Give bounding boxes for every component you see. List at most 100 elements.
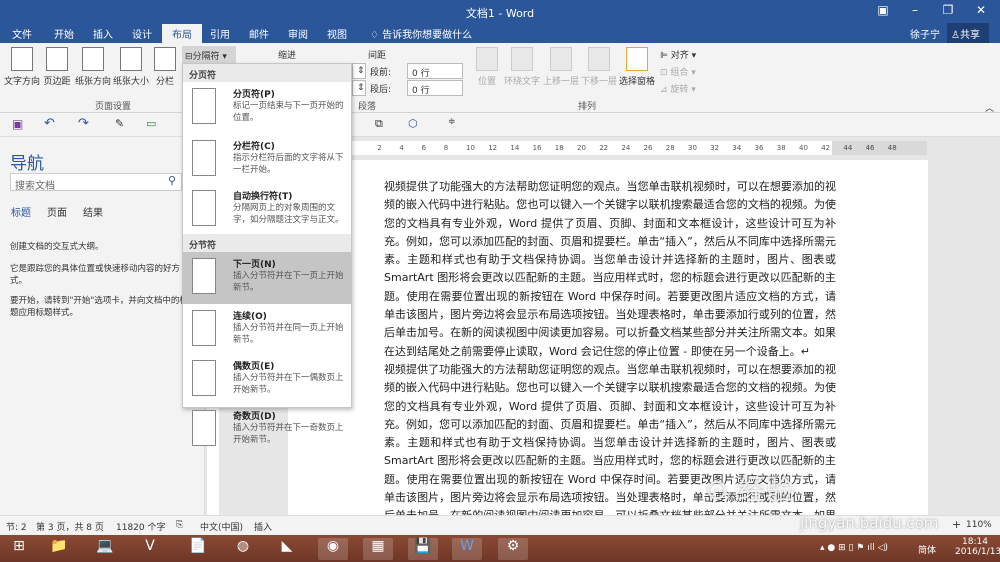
wrap-text-button[interactable]: 环绕文字 — [502, 47, 542, 87]
nav-tab-headings[interactable]: 标题 — [11, 204, 31, 219]
tab-view[interactable]: 视图 — [317, 24, 357, 43]
space-before-label: 段前: — [370, 68, 392, 78]
tab-mailings[interactable]: 邮件 — [239, 24, 279, 43]
breaks-button[interactable]: ⊟分隔符 ▾ — [182, 46, 236, 63]
clock[interactable]: 18:14 2016/1/13 — [955, 537, 1000, 557]
space-after-label: 段后: — [370, 85, 392, 95]
document-app-icon[interactable]: 📄 — [183, 538, 213, 560]
arrange-group-label: 排列 — [578, 102, 597, 112]
tell-me-search[interactable]: ♢ 告诉我你想要做什么 — [360, 24, 482, 43]
document-page[interactable]: 视频提供了功能强大的方法帮助您证明您的观点。当您单击联机视频时，可以在想要添加的… — [288, 160, 928, 515]
ribbon-display-options-icon[interactable]: ▣ — [868, 3, 898, 17]
nav-help-text-3: 要开始，请转到"开始"选项卡，并向文档中的标题应用标题样式。 — [10, 296, 188, 318]
user-name[interactable]: 徐子宁 — [910, 26, 940, 41]
restore-button[interactable]: ❐ — [933, 3, 963, 17]
app-icon[interactable]: ◣ — [272, 538, 302, 560]
indent-right-spinner[interactable]: ⇕ — [352, 80, 366, 96]
minimize-button[interactable]: – — [900, 3, 930, 17]
menu-item-text-wrapping-break[interactable]: 自动换行符(T) 分隔网页上的对象周围的文字，如分隔题注文字与正文。 — [183, 184, 351, 234]
redo-icon[interactable]: ↷ — [78, 116, 89, 131]
ruler-tick-label: 2 — [377, 144, 382, 152]
page-setup-group-label: 页面设置 — [95, 102, 132, 112]
nav-search-input[interactable]: 搜索文档 — [10, 173, 182, 192]
rotate-button[interactable]: ⊿ 旋转 ▾ — [660, 82, 696, 95]
tab-layout[interactable]: 布局 — [162, 24, 202, 43]
word-icon[interactable]: W — [452, 538, 482, 560]
bring-forward-button[interactable]: 上移一层 — [542, 47, 580, 87]
selection-pane-button[interactable]: 选择窗格 — [618, 47, 656, 87]
menu-item-description: 插入分节符并在下一页上开始新节。 — [233, 271, 344, 293]
ruler-margin-shade — [832, 141, 927, 155]
section-indicator[interactable]: 节: 2 — [6, 520, 27, 533]
ruler-tick-label: 36 — [754, 144, 764, 152]
columns-button[interactable]: 分栏 — [152, 47, 178, 87]
space-after-input[interactable]: 0 行 — [407, 80, 463, 96]
columns-icon — [154, 47, 176, 71]
ruler-tick-label: 8 — [443, 144, 449, 152]
next-page-section-break-icon — [192, 258, 216, 294]
tab-home[interactable]: 开始 — [44, 24, 84, 43]
menu-item-even-page-section-break[interactable]: 偶数页(E) 插入分节符并在下一偶数页上开始新节。 — [183, 354, 351, 404]
margins-button[interactable]: 页边距 — [42, 47, 72, 87]
tab-insert[interactable]: 插入 — [83, 24, 123, 43]
tab-file[interactable]: 文件 — [2, 24, 42, 43]
size-button[interactable]: 纸张大小 — [112, 47, 150, 87]
search-icon[interactable]: ⚲ — [168, 174, 176, 187]
page-indicator[interactable]: 第 3 页，共 8 页 — [36, 520, 104, 533]
zoom-level[interactable]: 110% — [966, 520, 992, 530]
undo-icon[interactable]: ↶ — [44, 116, 55, 131]
orientation-icon — [82, 47, 104, 71]
shapes-icon[interactable]: ⬡ — [408, 117, 418, 130]
start-button[interactable]: ⊞ — [4, 538, 34, 560]
proofing-icon[interactable]: ⎘ — [176, 520, 183, 530]
menu-item-continuous-section-break[interactable]: 连续(O) 插入分节符并在同一页上开始新节。 — [183, 304, 351, 354]
menu-item-odd-page-section-break[interactable]: 奇数页(D) 插入分节符并在下一奇数页上开始新节。 — [183, 404, 351, 454]
word-count[interactable]: 11820 个字 — [116, 520, 166, 533]
menu-item-title: 自动换行符(T) — [233, 192, 293, 202]
vim-icon[interactable]: V — [135, 538, 165, 560]
language-indicator[interactable]: 中文(中国) — [200, 520, 243, 533]
share-button[interactable]: ♙共享 — [947, 23, 989, 43]
tray-icons[interactable]: ▴ ● ⊞ ▯ ⚑ ıll ◁) — [820, 543, 888, 553]
menu-item-page-break[interactable]: 分页符(P) 标记一页结束与下一页开始的位置。 — [183, 82, 351, 134]
customize-qat-icon[interactable]: ≑ — [448, 117, 456, 127]
menu-item-column-break[interactable]: 分栏符(C) 指示分栏符后面的文字将从下一栏开始。 — [183, 134, 351, 184]
orientation-button[interactable]: 纸张方向 — [74, 47, 112, 87]
ruler-tick-label: 26 — [643, 144, 653, 152]
indent-left-spinner[interactable]: ⇕ — [352, 63, 366, 79]
send-backward-button[interactable]: 下移一层 — [580, 47, 618, 87]
zoom-in-icon[interactable]: + — [952, 518, 961, 531]
insert-mode[interactable]: 插入 — [254, 520, 272, 533]
menu-item-next-page-section-break[interactable]: 下一页(N) 插入分节符并在下一页上开始新节。 — [183, 252, 351, 304]
nav-tab-pages[interactable]: 页面 — [47, 204, 67, 219]
browser-globe-icon[interactable]: ◍ — [228, 538, 258, 560]
close-button[interactable]: ✕ — [966, 3, 996, 17]
tab-design[interactable]: 设计 — [122, 24, 162, 43]
menu-item-title: 偶数页(E) — [233, 362, 275, 372]
app-window-icon[interactable]: ▦ — [363, 538, 393, 560]
space-before-input[interactable]: 0 行 — [407, 63, 463, 79]
file-explorer-icon[interactable]: 📁 — [44, 538, 74, 560]
align-button[interactable]: ⊫ 对齐 ▾ — [660, 48, 696, 61]
settings-app-icon[interactable]: ⚙ — [498, 538, 528, 560]
nav-tab-results[interactable]: 结果 — [83, 204, 103, 219]
tab-references[interactable]: 引用 — [200, 24, 240, 43]
ruler-tick-label: 28 — [665, 144, 675, 152]
position-button[interactable]: 位置 — [474, 47, 500, 87]
computer-icon[interactable]: 💻 — [90, 538, 120, 560]
document-paragraph: 视频提供了功能强大的方法帮助您证明您的观点。当您单击联机视频时，可以在想要添加的… — [384, 180, 836, 358]
comment-icon[interactable]: ▭ — [146, 117, 156, 130]
column-break-icon — [192, 140, 216, 176]
text-direction-button[interactable]: 文字方向 — [4, 47, 40, 87]
save-icon[interactable]: ▣ — [12, 117, 23, 131]
group-button[interactable]: ⊡ 组合 ▾ — [660, 65, 696, 78]
tab-review[interactable]: 审阅 — [278, 24, 318, 43]
ruler-tick-label: 6 — [421, 144, 427, 152]
ruler-tick-label: 10 — [466, 144, 475, 152]
floppy-app-icon[interactable]: 💾 — [408, 538, 438, 560]
menu-item-title: 奇数页(D) — [233, 412, 276, 422]
format-painter-icon[interactable]: ✎ — [115, 117, 124, 130]
ime-indicator[interactable]: 简体 — [918, 543, 936, 556]
toolbar-icon[interactable]: ⧉ — [375, 117, 383, 131]
firefox-icon[interactable]: ◉ — [318, 538, 348, 560]
